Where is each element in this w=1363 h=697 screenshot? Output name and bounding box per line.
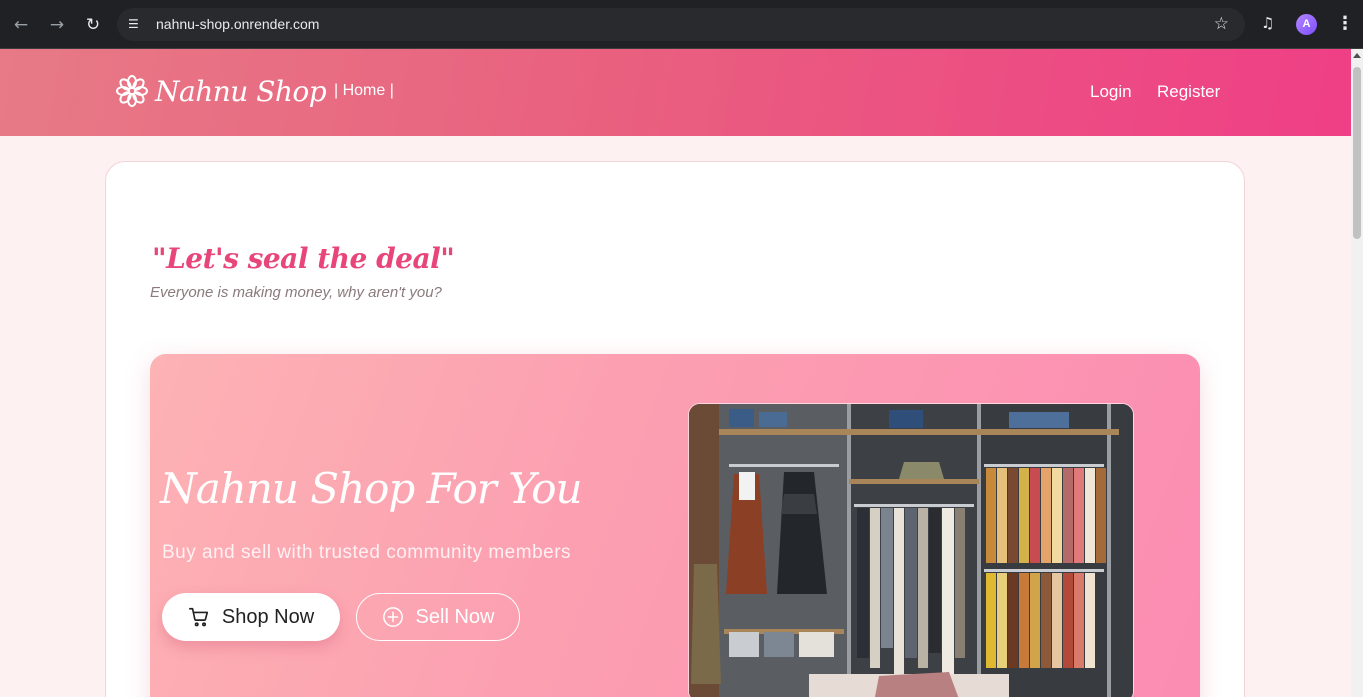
tagline: "Let's seal the deal": [152, 242, 455, 275]
site-settings-icon[interactable]: ☰: [128, 16, 144, 32]
brand-logo[interactable]: Nahnu Shop: [115, 71, 327, 111]
brand-name: Nahnu Shop: [155, 74, 327, 108]
forward-arrow-icon[interactable]: →: [45, 13, 69, 37]
plus-circle-icon: [382, 607, 403, 627]
media-control-icon[interactable]: ♫: [1261, 14, 1281, 34]
hero-title: Nahnu Shop For You: [160, 464, 583, 513]
reload-icon[interactable]: ↻: [81, 13, 105, 37]
profile-avatar[interactable]: A: [1296, 14, 1317, 35]
cart-icon: [188, 607, 208, 627]
nav-register-link[interactable]: Register: [1157, 82, 1220, 102]
browser-toolbar: ← → ↻ ☰ nahnu-shop.onrender.com ☆ ♫ A ⋮: [0, 0, 1363, 49]
address-bar[interactable]: ☰ nahnu-shop.onrender.com ☆: [117, 8, 1245, 41]
subtagline: Everyone is making money, why aren't you…: [150, 284, 442, 301]
back-arrow-icon[interactable]: ←: [9, 13, 33, 37]
site-header: Nahnu Shop | Home | Login Register: [0, 49, 1351, 136]
browser-menu-icon[interactable]: ⋮: [1336, 13, 1354, 34]
nav-home-link[interactable]: | Home |: [334, 82, 394, 100]
hero-banner: Nahnu Shop For You Buy and sell with tru…: [150, 354, 1200, 697]
sell-now-button[interactable]: Sell Now: [356, 593, 520, 641]
bookmark-star-icon[interactable]: ☆: [1214, 14, 1229, 34]
shop-now-label: Shop Now: [221, 605, 315, 628]
scroll-up-icon[interactable]: [1353, 53, 1361, 58]
scrollbar-thumb[interactable]: [1353, 67, 1361, 239]
page-scrollbar[interactable]: [1351, 49, 1363, 697]
url-text[interactable]: nahnu-shop.onrender.com: [156, 16, 319, 32]
nav-login-link[interactable]: Login: [1090, 82, 1132, 102]
sell-now-label: Sell Now: [415, 605, 495, 628]
flower-logo-icon: [116, 75, 148, 107]
clothing-store-image: [688, 403, 1134, 697]
shop-now-button[interactable]: Shop Now: [162, 593, 340, 641]
hero-subtitle: Buy and sell with trusted community memb…: [162, 542, 572, 563]
main-card: "Let's seal the deal" Everyone is making…: [105, 161, 1245, 697]
